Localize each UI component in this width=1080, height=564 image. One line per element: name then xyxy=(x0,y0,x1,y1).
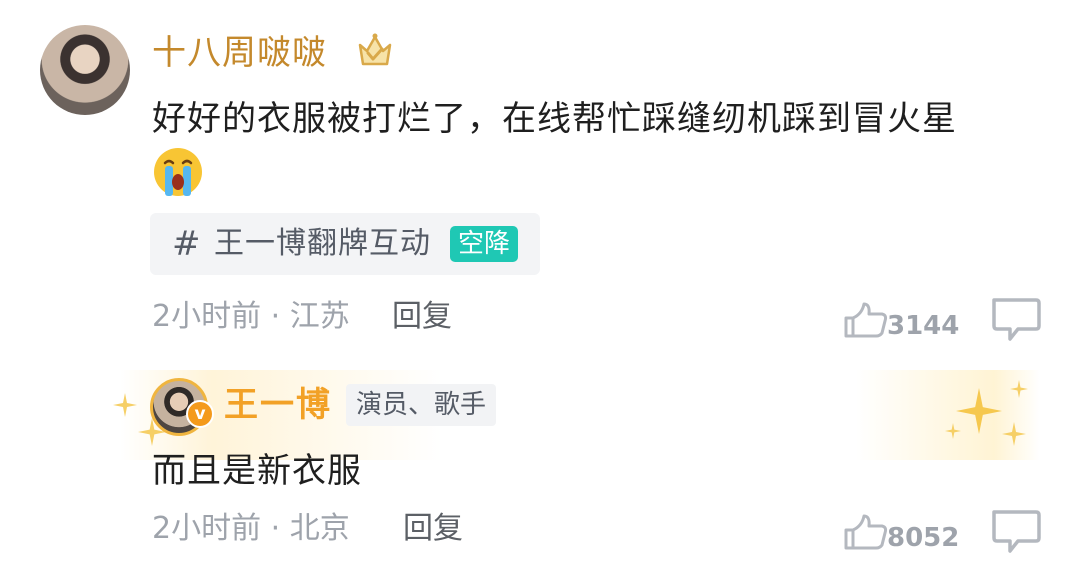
sparkle-icon xyxy=(956,388,1002,434)
comment-username[interactable]: 十八周啵啵 xyxy=(152,30,327,76)
reply-meta: 2小时前 · 北京 xyxy=(152,511,350,546)
comment-thread: 十八周啵啵 好好的衣服被打烂了，在线帮忙踩缝纫机踩到冒火星 # 王一博翻牌互动 … xyxy=(0,0,1080,564)
sparkle-icon xyxy=(1002,422,1026,446)
thumbs-up-icon[interactable] xyxy=(842,512,892,552)
like-count: 3144 xyxy=(887,311,960,341)
reply-button[interactable]: 回复 xyxy=(403,508,463,550)
reply-text: 而且是新衣服 xyxy=(152,451,362,491)
comment-meta: 2小时前 · 江苏 xyxy=(152,299,350,334)
sparkle-icon xyxy=(1010,380,1028,398)
hash-icon: # xyxy=(172,224,201,264)
crying-face-emoji xyxy=(154,148,202,196)
role-tag: 演员、歌手 xyxy=(346,384,497,426)
avatar[interactable] xyxy=(40,25,130,115)
thumbs-up-icon[interactable] xyxy=(842,300,892,340)
reply-button[interactable]: 回复 xyxy=(392,296,452,338)
sparkle-icon xyxy=(945,423,961,439)
comment-bubble-icon[interactable] xyxy=(988,296,1042,342)
sparkle-icon xyxy=(113,393,137,417)
reply-username[interactable]: 王一博 xyxy=(224,382,332,428)
topic-label: 王一博翻牌互动 xyxy=(214,226,431,261)
topic-chip[interactable]: # 王一博翻牌互动 空降 xyxy=(150,213,540,275)
crown-icon xyxy=(358,33,392,66)
like-count: 8052 xyxy=(887,523,960,553)
topic-badge: 空降 xyxy=(450,226,519,262)
verified-badge: v xyxy=(186,400,214,428)
comment-text: 好好的衣服被打烂了，在线帮忙踩缝纫机踩到冒火星 xyxy=(152,99,957,139)
comment-bubble-icon[interactable] xyxy=(988,508,1042,554)
